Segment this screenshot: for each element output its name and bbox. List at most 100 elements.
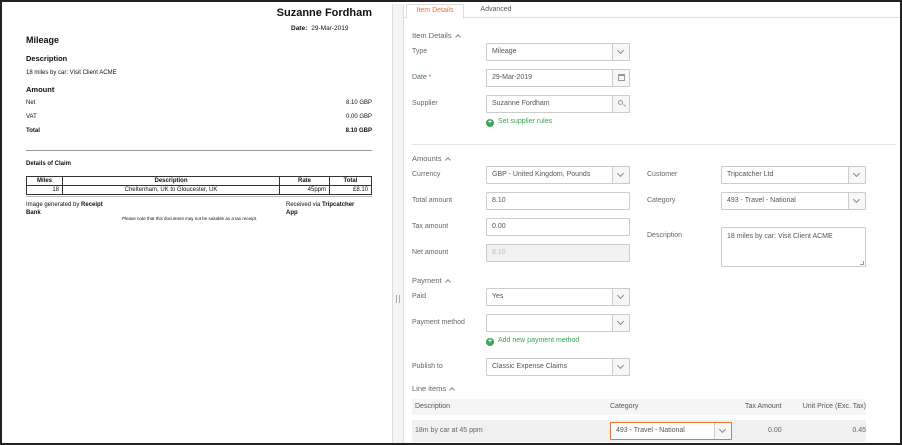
line-item-category-value: 493 - Travel - National [616, 427, 685, 434]
publish-to-dropdown-button[interactable] [612, 359, 629, 375]
claim-cell-total: £8.10 [329, 185, 372, 195]
line-item-description: 18m by car at 45 ppm [415, 427, 483, 434]
category-label: Category [647, 197, 676, 204]
received-via-line2: App [286, 210, 298, 216]
payment-heading[interactable]: Payment [412, 276, 451, 285]
line-items-header: Description Category Tax Amount Unit Pri… [412, 399, 866, 415]
category-select-value: 493 - Travel - National [727, 197, 796, 204]
receipt-divider [26, 150, 372, 151]
date-field[interactable]: 29-Mar-2019 [486, 69, 630, 87]
collapse-caret-icon [444, 157, 451, 163]
payment-method-select[interactable] [486, 314, 630, 332]
expense-form: Item Details Advanced Item Details Type … [404, 4, 900, 443]
claim-table-header: Miles Description Rate Total [26, 176, 372, 186]
chevron-down-icon [718, 425, 727, 434]
generated-by-prefix: Image generated by [26, 202, 82, 208]
tax-note: Please note that this document may not b… [122, 216, 258, 221]
customer-select[interactable]: Tripcatcher Ltd [721, 166, 866, 184]
claim-cell-rate: 45ppm [279, 185, 330, 195]
paid-label: Paid [412, 293, 427, 300]
payment-method-dropdown-button[interactable] [612, 315, 629, 331]
date-field-value: 29-Mar-2019 [492, 74, 533, 81]
supplier-field-value: Suzanne Fordham [492, 100, 550, 107]
required-marker: * [428, 74, 432, 81]
set-supplier-rules-label: Set supplier rules [498, 118, 553, 125]
receipt-date: Date: 29-Mar-2019 [291, 25, 348, 32]
amounts-heading[interactable]: Amounts [412, 154, 451, 163]
add-payment-method-label: Add new payment method [498, 337, 580, 344]
receipt-amount-heading: Amount [26, 85, 55, 94]
claim-divider [26, 196, 372, 197]
type-dropdown-button[interactable] [612, 44, 629, 60]
line-items-heading-label: Line items [412, 384, 447, 393]
chevron-down-icon [616, 46, 625, 55]
tab-item-details[interactable]: Item Details [406, 4, 464, 19]
currency-select[interactable]: GBP - United Kingdom, Pounds [486, 166, 630, 184]
date-picker-button[interactable] [612, 70, 629, 86]
add-payment-method-link[interactable]: + Add new payment method [486, 337, 579, 346]
received-via-prefix: Received via [286, 202, 323, 208]
type-select-value: Mileage [492, 48, 517, 55]
received-via: Received via Tripcatcher App [286, 201, 354, 217]
line-items-heading[interactable]: Line items [412, 384, 456, 393]
customer-select-value: Tripcatcher Ltd [727, 171, 774, 178]
line-item-category-dropdown-button[interactable] [714, 423, 731, 439]
col-category: Category [610, 403, 639, 410]
tax-amount-input[interactable]: 0.00 [486, 218, 630, 236]
currency-select-value: GBP - United Kingdom, Pounds [492, 171, 591, 178]
paid-select-value: Yes [492, 293, 504, 300]
generated-by-bold: Receipt [81, 202, 103, 208]
customer-label: Customer [647, 171, 678, 178]
tax-amount-label: Tax amount [412, 223, 449, 230]
publish-to-select[interactable]: Classic Expense Claims [486, 358, 630, 376]
amounts-heading-label: Amounts [412, 154, 442, 163]
col-unit-price: Unit Price (Exc. Tax) [802, 403, 866, 410]
claim-col-rate: Rate [279, 176, 330, 186]
category-dropdown-button[interactable] [848, 193, 865, 209]
claim-cell-description: Cheltenham, UK to Gloucester, UK [62, 185, 280, 195]
customer-dropdown-button[interactable] [848, 167, 865, 183]
chevron-down-icon [852, 195, 861, 204]
net-label: Net [26, 100, 36, 106]
section-divider [412, 144, 896, 145]
date-label: Date * [412, 74, 431, 81]
tab-advanced[interactable]: Advanced [468, 4, 524, 19]
supplier-field[interactable]: Suzanne Fordham [486, 95, 630, 113]
description-textarea[interactable]: 18 miles by car: Visit Client ACME [721, 227, 866, 267]
line-item-category-select[interactable]: 493 - Travel - National [610, 422, 732, 440]
supplier-label: Supplier [412, 100, 438, 107]
paid-dropdown-button[interactable] [612, 289, 629, 305]
payment-heading-label: Payment [412, 276, 442, 285]
receipt-description-heading: Description [26, 54, 68, 63]
col-description: Description [415, 403, 451, 410]
item-details-heading[interactable]: Item Details [412, 31, 461, 40]
vat-value: 0.00 GBP [345, 114, 372, 120]
paid-select[interactable]: Yes [486, 288, 630, 306]
chevron-down-icon [616, 317, 625, 326]
supplier-search-button[interactable] [612, 96, 629, 112]
total-amount-label: Total amount [412, 197, 453, 204]
vat-label: VAT [26, 114, 37, 120]
date-label-text: Date [412, 74, 427, 81]
net-value: 8.10 GBP [345, 100, 372, 106]
line-item-tax: 0.00 [768, 427, 782, 434]
net-amount-label: Net amount [412, 249, 449, 256]
collapse-caret-icon [454, 34, 461, 40]
splitter-grip-icon[interactable] [396, 295, 400, 303]
type-select[interactable]: Mileage [486, 43, 630, 61]
claim-col-total: Total [329, 176, 372, 186]
table-row[interactable]: 18m by car at 45 ppm 493 - Travel - Nati… [412, 420, 866, 442]
receipt-date-label: Date: [291, 25, 308, 32]
col-tax-amount: Tax Amount [745, 403, 782, 410]
plus-circle-icon: + [486, 338, 494, 346]
currency-dropdown-button[interactable] [612, 167, 629, 183]
category-select[interactable]: 493 - Travel - National [721, 192, 866, 210]
claim-table-row: 18 Cheltenham, UK to Gloucester, UK 45pp… [26, 185, 372, 195]
resize-handle-icon[interactable] [860, 261, 864, 265]
claim-heading: Details of Claim [26, 161, 72, 167]
total-amount-input[interactable]: 8.10 [486, 192, 630, 210]
currency-label: Currency [412, 171, 441, 178]
receipt-preview: Suzanne Fordham Date: 29-Mar-2019 Mileage… [4, 4, 392, 443]
pane-splitter[interactable] [392, 4, 404, 443]
set-supplier-rules-link[interactable]: + Set supplier rules [486, 118, 552, 127]
